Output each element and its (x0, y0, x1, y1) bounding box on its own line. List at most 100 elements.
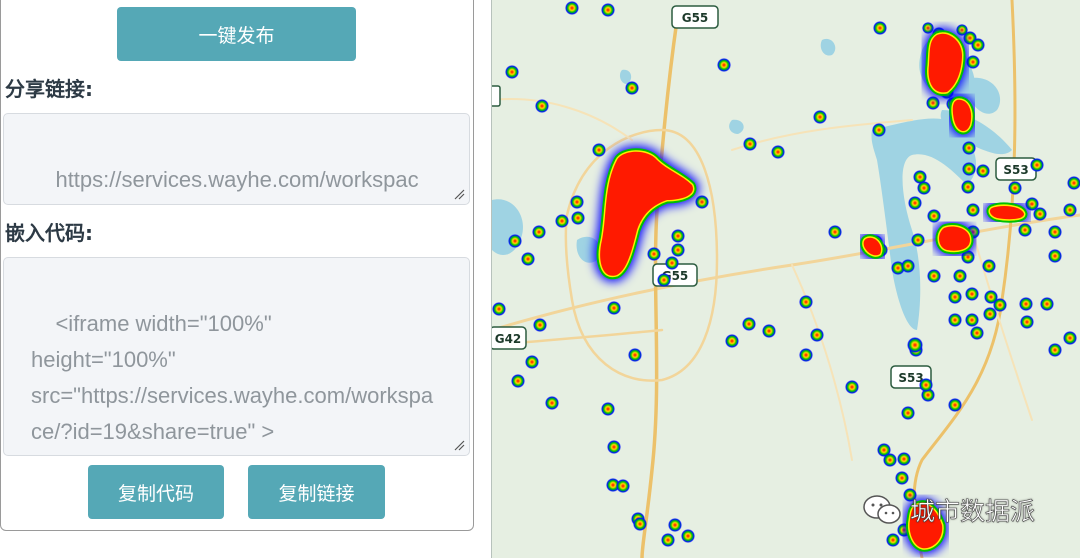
heat-spot (771, 145, 785, 159)
heat-spot (810, 328, 824, 342)
copy-code-button[interactable]: 复制代码 (88, 465, 224, 519)
embed-code-text: <iframe width="100%" height="100%" src="… (31, 311, 434, 444)
heat-spot (895, 471, 909, 485)
heat-spot (511, 374, 525, 388)
heat-spot (628, 348, 642, 362)
wechat-icon (863, 495, 901, 524)
heat-spot (532, 225, 546, 239)
copy-link-button[interactable]: 复制链接 (248, 465, 385, 519)
heat-spot (665, 256, 679, 270)
heat-spot (982, 259, 996, 273)
heat-spot (607, 301, 621, 315)
heat-spot (525, 355, 539, 369)
heat-spot (966, 203, 980, 217)
heat-spot (668, 518, 682, 532)
heat-spot (911, 233, 925, 247)
share-panel: 一键发布 分享链接: https://services.wayhe.com/wo… (0, 0, 474, 531)
heat-spot (886, 533, 900, 547)
heat-spot (872, 123, 886, 137)
heat-spot (657, 273, 671, 287)
share-link-textarea[interactable]: https://services.wayhe.com/workspace/?id… (3, 113, 470, 205)
heat-spot (919, 378, 933, 392)
heat-spot (742, 317, 756, 331)
heat-spot (717, 58, 731, 72)
heat-spot (661, 533, 675, 547)
road-label: G55 (682, 11, 709, 25)
heat-spot (762, 324, 776, 338)
share-link-text: https://services.wayhe.com/workspace/?id… (31, 167, 419, 204)
heat-spot (633, 517, 647, 531)
heat-spot (671, 243, 685, 257)
heat-spot (1040, 297, 1054, 311)
watermark-text: 城市数据派 (910, 497, 1036, 527)
heat-spot (962, 162, 976, 176)
heat-spot (799, 348, 813, 362)
heat-spot (1048, 343, 1062, 357)
heat-spot (725, 334, 739, 348)
heat-spot (1063, 203, 1077, 217)
heat-spot (1018, 223, 1032, 237)
heat-spot (492, 302, 506, 316)
heat-spot (1019, 297, 1033, 311)
heat-spot (948, 398, 962, 412)
heat-spot (961, 180, 975, 194)
heat-spot (970, 326, 984, 340)
heat-spot (505, 65, 519, 79)
publish-button[interactable]: 一键发布 (117, 7, 356, 61)
heat-spot (962, 141, 976, 155)
heat-spot (971, 38, 985, 52)
heat-spot (1030, 158, 1044, 172)
heat-spot (1048, 225, 1062, 239)
embed-code-label: 嵌入代码: (5, 221, 93, 245)
heat-spot (901, 406, 915, 420)
heat-spot (917, 181, 931, 195)
heat-spot (1033, 207, 1047, 221)
heatmap-map[interactable]: G55 G55 G42 S53 S53 (492, 0, 1080, 558)
heat-spot (926, 96, 940, 110)
heat-spot (927, 209, 941, 223)
heat-spot (948, 290, 962, 304)
road-label: S53 (1003, 163, 1028, 177)
heat-spot (1020, 315, 1034, 329)
heat-spot (535, 99, 549, 113)
heat-spot (927, 269, 941, 283)
heat-spot (901, 259, 915, 273)
heat-spot (607, 440, 621, 454)
embed-code-textarea[interactable]: <iframe width="100%" height="100%" src="… (3, 257, 470, 456)
road-shield-g55-north: G55 (671, 5, 719, 29)
road-shield-s53-east: S53 (995, 157, 1037, 181)
heat-spot (799, 295, 813, 309)
resize-grip-icon[interactable] (454, 440, 465, 451)
heat-spot (671, 229, 685, 243)
heat-spot (571, 211, 585, 225)
heat-spot (828, 225, 842, 239)
heat-spot (743, 137, 757, 151)
heat-spot (555, 214, 569, 228)
heat-spot (966, 55, 980, 69)
heat-spot (592, 143, 606, 157)
heat-spot (647, 247, 661, 261)
heat-spot (948, 313, 962, 327)
heat-spot (521, 252, 535, 266)
heat-spot (601, 402, 615, 416)
heat-spot (897, 452, 911, 466)
map-canvas[interactable]: G55 G55 G42 S53 S53 (492, 0, 1080, 558)
heat-spot (545, 396, 559, 410)
heat-spot (508, 234, 522, 248)
heat-spot (570, 195, 584, 209)
heat-spot (976, 164, 990, 178)
heat-spot (883, 453, 897, 467)
heat-spot (616, 479, 630, 493)
heat-spot (533, 318, 547, 332)
share-link-label: 分享链接: (5, 77, 93, 101)
heat-spot (681, 529, 695, 543)
resize-grip-icon[interactable] (454, 189, 465, 200)
heat-spot (845, 380, 859, 394)
heat-spot (1008, 181, 1022, 195)
heat-spot (565, 1, 579, 15)
heat-spot (965, 287, 979, 301)
heat-spot (601, 3, 615, 17)
road-label: G42 (495, 332, 522, 346)
heat-spot (625, 81, 639, 95)
heat-spot (907, 337, 923, 353)
